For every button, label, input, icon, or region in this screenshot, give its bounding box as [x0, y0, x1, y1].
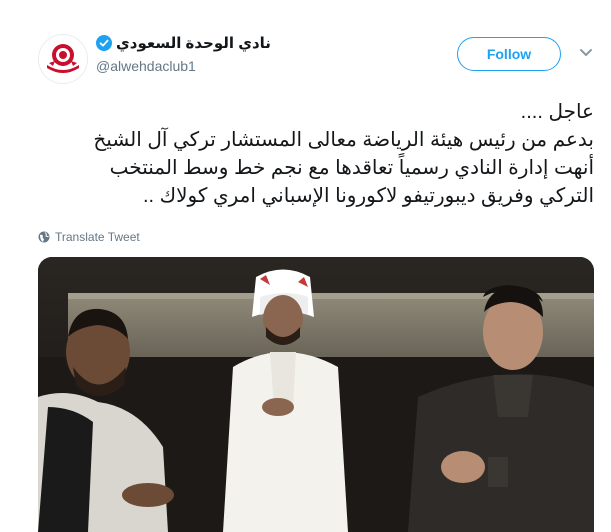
- avatar[interactable]: [38, 34, 88, 84]
- photo-three-men-seated: [38, 257, 594, 532]
- follow-button[interactable]: Follow: [457, 37, 561, 71]
- author-handle[interactable]: @alwehdaclub1: [96, 58, 196, 74]
- tweet-text-line: عاجل ....: [520, 101, 594, 123]
- author-name-text: نادي الوحدة السعودي: [116, 35, 271, 52]
- translate-tweet-link[interactable]: Translate Tweet: [38, 230, 140, 244]
- translate-label: Translate Tweet: [55, 230, 140, 244]
- tweet-text-line: أنهت إدارة النادي رسمياً تعاقدها مع نجم …: [109, 157, 594, 179]
- tweet-text-line: التركي وفريق ديبورتيفو لاكورونا الإسباني…: [143, 185, 594, 207]
- tweet-text-line: بدعم من رئيس هيئة الرياضة معالى المستشار…: [93, 129, 594, 151]
- globe-icon: [38, 231, 50, 243]
- club-logo: [39, 35, 87, 83]
- tweet-text: عاجل .... بدعم من رئيس هيئة الرياضة معال…: [38, 98, 594, 210]
- tweet-card: نادي الوحدة السعودي @alwehdaclub1 Follow…: [0, 0, 611, 532]
- verified-badge-icon: [96, 35, 112, 51]
- media-image[interactable]: [38, 257, 594, 532]
- author-name[interactable]: نادي الوحدة السعودي: [96, 34, 271, 52]
- chevron-down-icon[interactable]: [578, 44, 594, 60]
